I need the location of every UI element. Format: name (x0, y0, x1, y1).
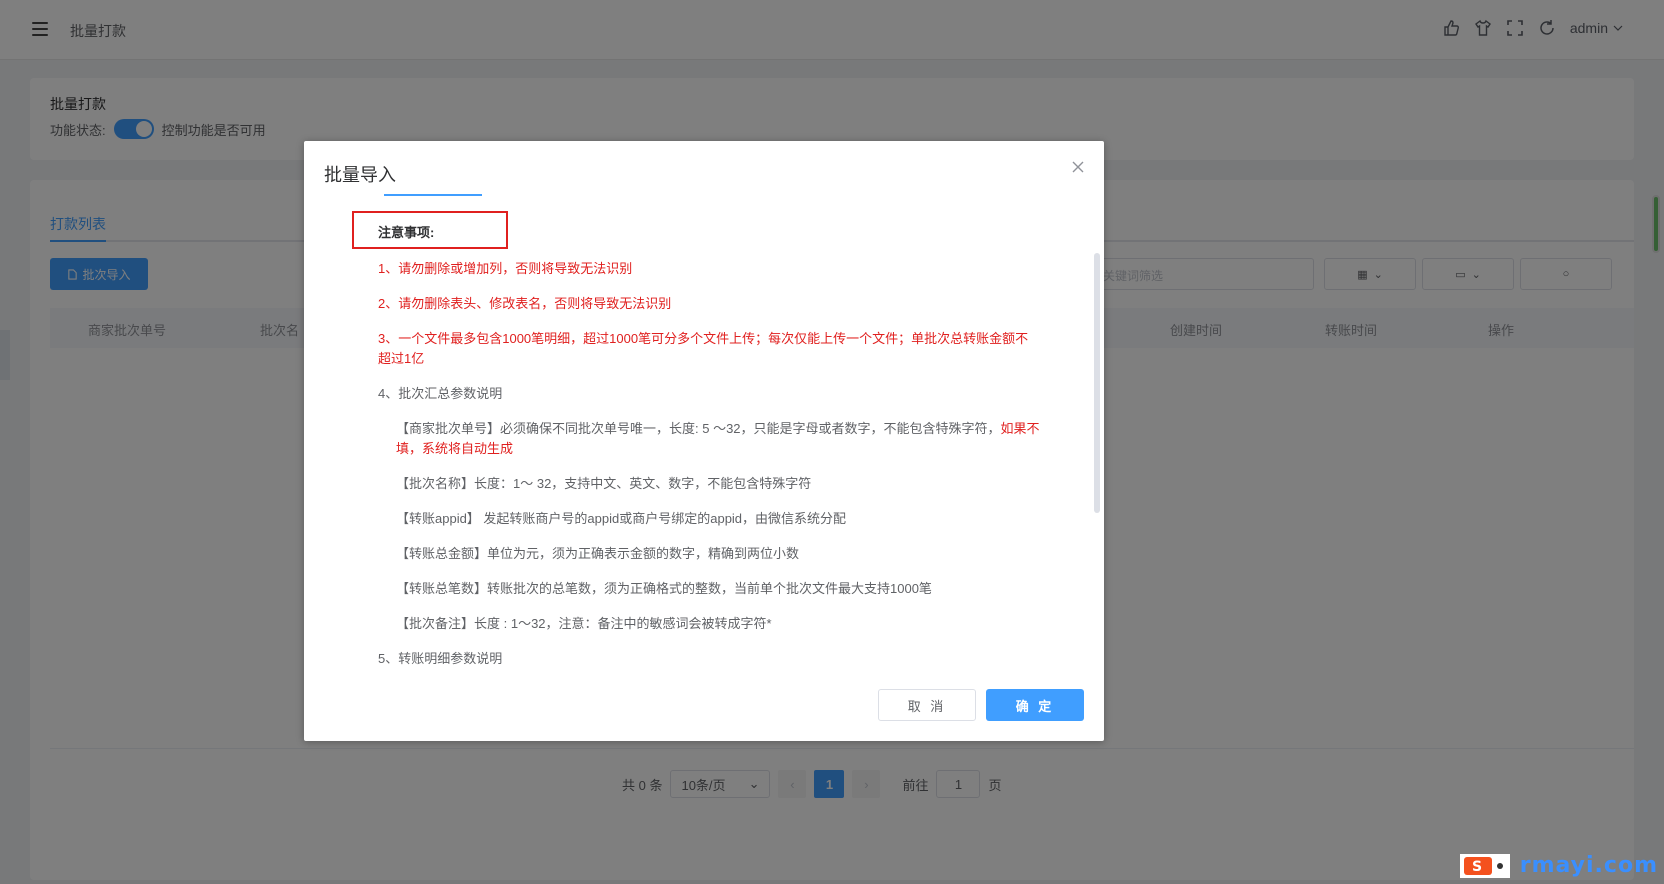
notice-item: 5、转账明细参数说明 (378, 651, 503, 666)
watermark: S rmayi.com (1459, 853, 1658, 878)
notice-item: 2、请勿删除表头、修改表名，否则将导致无法识别 (378, 296, 672, 311)
confirm-button[interactable]: 确 定 (986, 689, 1084, 721)
notice-item: 【批次备注】长度 : 1～32，注意：备注中的敏感词会被转成字符* (396, 616, 772, 631)
notice-item: 【批次名称】长度：1～ 32，支持中文、英文、数字，不能包含特殊字符 (396, 476, 812, 491)
watermark-logo-icon: S (1459, 853, 1510, 878)
title-underline (384, 194, 482, 196)
dialog-body: 注意事项: 1、请勿删除或增加列，否则将导致无法识别 2、请勿删除表头、修改表名… (344, 205, 1064, 675)
dialog-footer: 取 消 确 定 (878, 689, 1084, 721)
dialog-scrollbar[interactable] (1094, 253, 1100, 513)
notice-item: 4、批次汇总参数说明 (378, 386, 503, 401)
notice-item: 【商家批次单号】必须确保不同批次单号唯一，长度: 5 ～32，只能是字母或者数字… (396, 419, 1041, 459)
watermark-text: rmayi.com (1519, 853, 1658, 878)
cancel-button[interactable]: 取 消 (878, 689, 976, 721)
dialog-title: 批量导入 (324, 165, 396, 185)
notice-label: 注意事项: (378, 225, 435, 240)
notice-item: 3、一个文件最多包含1000笔明细，超过1000笔可分多个文件上传；每次仅能上传… (378, 331, 1029, 366)
notice-item: 【转账appid】 发起转账商户号的appid或商户号绑定的appid，由微信系… (396, 511, 847, 526)
notice-item: 【转账总金额】单位为元，须为正确表示金额的数字，精确到两位小数 (396, 546, 800, 561)
close-icon[interactable] (1070, 159, 1086, 175)
notice-item: 【转账总笔数】转账批次的总笔数，须为正确格式的整数，当前单个批次文件最大支持10… (396, 581, 932, 596)
item-text: 【商家批次单号】必须确保不同批次单号唯一，长度: 5 ～32，只能是字母或者数字… (396, 421, 1001, 436)
batch-import-dialog: 批量导入 注意事项: 1、请勿删除或增加列，否则将导致无法识别 2、请勿删除表头… (304, 141, 1104, 741)
notice-item: 1、请勿删除或增加列，否则将导致无法识别 (378, 261, 633, 276)
svg-text:S: S (1472, 859, 1482, 875)
